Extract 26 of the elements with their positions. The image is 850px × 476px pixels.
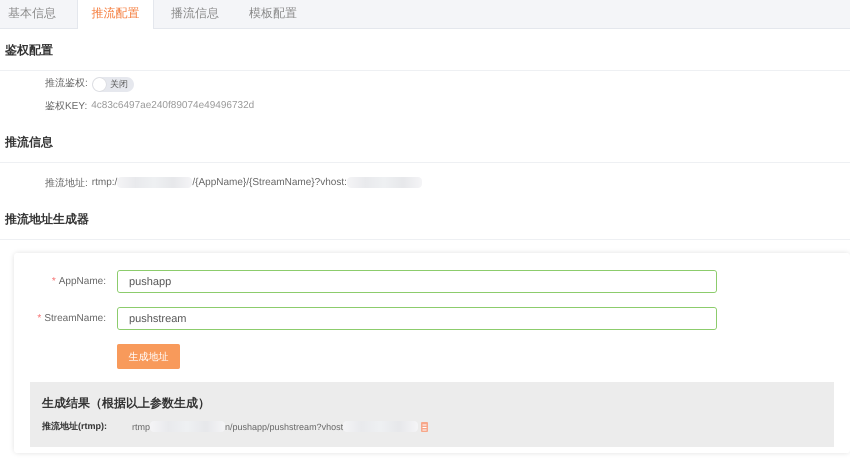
address-text: rtmp:/ <box>92 177 118 188</box>
field-label: StreamName: <box>44 313 106 324</box>
field-label: 推流鉴权: <box>45 76 88 90</box>
input-field[interactable]: pushstream <box>117 307 717 330</box>
result-title: 生成结果（根据以上参数生成） <box>42 395 211 412</box>
generate-button[interactable]: 生成地址 <box>117 344 180 369</box>
address-text: n/pushapp/pushstream?vhost <box>225 422 344 432</box>
field-label: AppName: <box>58 276 106 287</box>
toggle-switch[interactable]: 关闭 <box>92 77 134 92</box>
required-mark: * <box>37 313 42 324</box>
address-text: /{AppName}/{StreamName}?vhost: <box>192 177 347 188</box>
field-label: 鉴权KEY: <box>45 100 88 112</box>
copy-icon[interactable] <box>421 422 428 432</box>
address-text: rtmp <box>132 422 150 432</box>
key-value: 4c83c6497ae240f89074e49496732d <box>91 100 254 111</box>
section-title: 推流信息 <box>5 134 54 150</box>
required-mark: * <box>52 276 56 287</box>
tab[interactable]: 模板配置 <box>236 0 310 28</box>
field-label: 推流地址: <box>45 176 88 190</box>
section-title: 推流地址生成器 <box>5 211 90 227</box>
tab[interactable]: 播流信息 <box>158 0 232 28</box>
tab[interactable]: 推流配置 <box>77 0 154 29</box>
tab[interactable]: 基本信息 <box>0 0 73 28</box>
section-title: 鉴权配置 <box>5 42 54 58</box>
input-field[interactable]: pushapp <box>117 270 717 293</box>
result-label: 推流地址(rtmp): <box>42 420 108 433</box>
